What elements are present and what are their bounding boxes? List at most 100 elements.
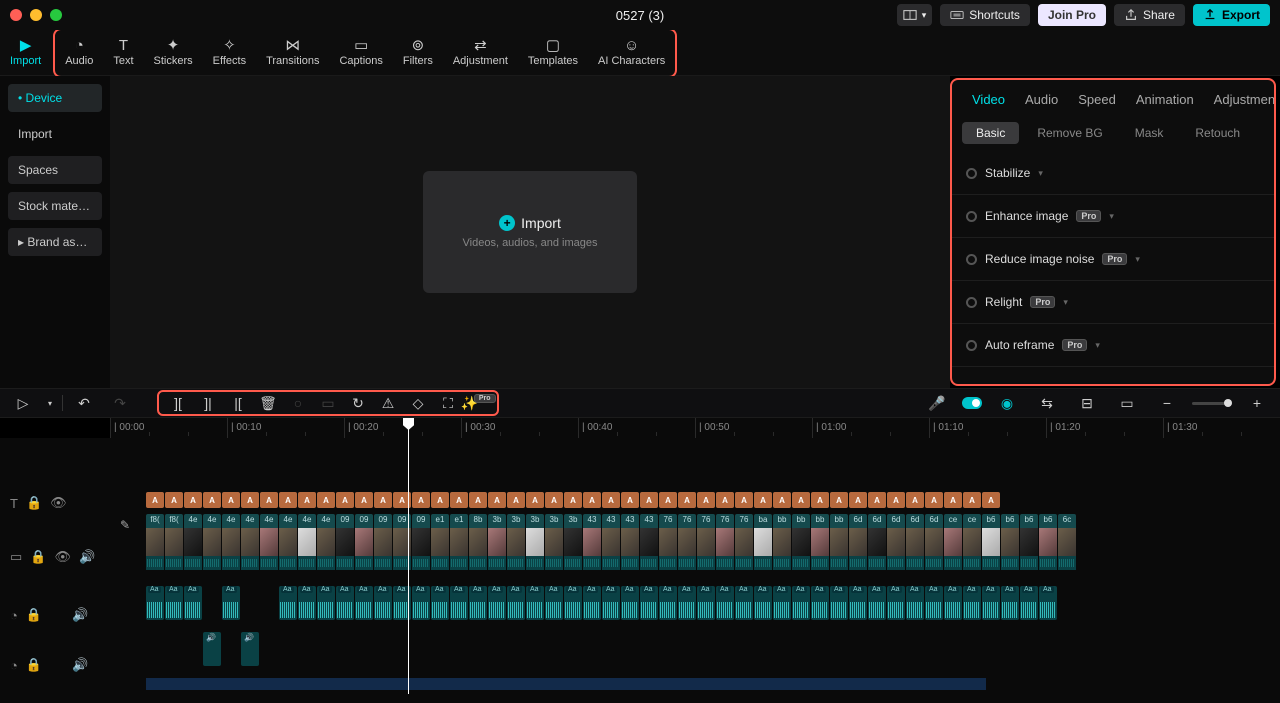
video-clip[interactable] xyxy=(450,528,468,570)
text-clip[interactable]: A xyxy=(678,492,696,508)
audio-track-1[interactable] xyxy=(146,586,1280,620)
zoom-in[interactable]: + xyxy=(1242,391,1272,415)
video-clip[interactable] xyxy=(830,528,848,570)
select-caret[interactable]: ▾ xyxy=(44,391,56,415)
audio-clip[interactable] xyxy=(184,586,202,620)
text-clip[interactable]: A xyxy=(222,492,240,508)
eye-icon[interactable]: 👁 xyxy=(54,549,71,565)
inspector-row[interactable]: Stabilize ▾ xyxy=(952,152,1274,195)
audio-clip[interactable] xyxy=(1020,586,1038,620)
video-clip[interactable] xyxy=(792,528,810,570)
zoom-out[interactable]: − xyxy=(1152,391,1182,415)
audio-clip[interactable] xyxy=(678,586,696,620)
video-clip[interactable] xyxy=(222,528,240,570)
audio-clip[interactable] xyxy=(982,586,1000,620)
video-clip[interactable] xyxy=(906,528,924,570)
enhance-tool[interactable]: ✨Pro xyxy=(463,391,493,415)
text-clip[interactable]: A xyxy=(336,492,354,508)
audio-clip[interactable] xyxy=(203,632,221,666)
audio-clip[interactable] xyxy=(659,586,677,620)
rp-tab-speed[interactable]: Speed xyxy=(1068,88,1126,111)
text-clip[interactable]: A xyxy=(735,492,753,508)
audio-clip[interactable] xyxy=(716,586,734,620)
tab-filters[interactable]: ⊚Filters xyxy=(393,30,443,76)
text-clip[interactable]: A xyxy=(146,492,164,508)
text-clip[interactable]: A xyxy=(583,492,601,508)
shortcuts-button[interactable]: Shortcuts xyxy=(940,4,1030,26)
video-clip[interactable] xyxy=(754,528,772,570)
pencil-icon[interactable]: ✎ xyxy=(120,518,130,532)
text-clip[interactable]: A xyxy=(241,492,259,508)
audio-clip[interactable] xyxy=(811,586,829,620)
sidebar-item-brand[interactable]: ▸ Brand assets xyxy=(8,228,102,256)
mute-icon[interactable]: 🔊 xyxy=(72,607,88,623)
window-maximize[interactable] xyxy=(50,9,62,21)
video-clip[interactable] xyxy=(735,528,753,570)
text-clip[interactable]: A xyxy=(887,492,905,508)
mic-button[interactable]: 🎤 xyxy=(922,391,952,415)
video-clip[interactable] xyxy=(298,528,316,570)
video-clip[interactable] xyxy=(146,528,164,570)
zoom-slider[interactable] xyxy=(1192,402,1232,405)
tab-templates[interactable]: ▢Templates xyxy=(518,30,588,76)
tab-import[interactable]: ▶ Import xyxy=(0,30,51,76)
subtab-retouch[interactable]: Retouch xyxy=(1181,122,1254,144)
video-clip[interactable] xyxy=(260,528,278,570)
inspector-row[interactable]: Reduce image noise Pro ▾ xyxy=(952,238,1274,281)
lock-icon[interactable]: 🔒 xyxy=(26,607,42,623)
audio-clip[interactable] xyxy=(944,586,962,620)
audio-clip[interactable] xyxy=(640,586,658,620)
video-clip[interactable] xyxy=(393,528,411,570)
text-clip[interactable]: A xyxy=(545,492,563,508)
text-clip[interactable]: A xyxy=(355,492,373,508)
audio-clip[interactable] xyxy=(317,586,335,620)
audio-clip[interactable] xyxy=(773,586,791,620)
audio-clip[interactable] xyxy=(488,586,506,620)
audio-clip[interactable] xyxy=(298,586,316,620)
text-clip[interactable]: A xyxy=(849,492,867,508)
text-clip[interactable]: A xyxy=(184,492,202,508)
video-clip[interactable] xyxy=(431,528,449,570)
text-clip[interactable]: A xyxy=(298,492,316,508)
video-clip[interactable] xyxy=(1001,528,1019,570)
video-clip[interactable] xyxy=(374,528,392,570)
audio-clip[interactable] xyxy=(868,586,886,620)
video-clip[interactable] xyxy=(165,528,183,570)
audio-clip[interactable] xyxy=(697,586,715,620)
mute-icon[interactable]: 🔊 xyxy=(79,549,95,565)
rotate-tool[interactable]: ◇ xyxy=(403,391,433,415)
video-clip[interactable] xyxy=(564,528,582,570)
snap-button[interactable]: ◉ xyxy=(992,391,1022,415)
video-clip[interactable] xyxy=(1039,528,1057,570)
inspector-row[interactable]: Enhance image Pro ▾ xyxy=(952,195,1274,238)
text-clip[interactable]: A xyxy=(621,492,639,508)
video-clip[interactable] xyxy=(887,528,905,570)
text-clip[interactable]: A xyxy=(925,492,943,508)
video-clip[interactable] xyxy=(982,528,1000,570)
audio-clip[interactable] xyxy=(526,586,544,620)
text-clip[interactable]: A xyxy=(469,492,487,508)
text-clip[interactable]: A xyxy=(754,492,772,508)
audio-clip[interactable] xyxy=(545,586,563,620)
video-clip[interactable] xyxy=(507,528,525,570)
audio-clip[interactable] xyxy=(507,586,525,620)
video-clip[interactable] xyxy=(583,528,601,570)
align-button[interactable]: ⊟ xyxy=(1072,391,1102,415)
lock-icon[interactable]: 🔒 xyxy=(26,657,42,673)
sidebar-item-stock[interactable]: Stock mate… xyxy=(8,192,102,220)
video-clip[interactable] xyxy=(849,528,867,570)
toggle-magnet[interactable] xyxy=(962,397,982,409)
text-clip[interactable]: A xyxy=(944,492,962,508)
text-clip[interactable]: A xyxy=(526,492,544,508)
video-clip[interactable] xyxy=(1058,528,1076,570)
audio-clip[interactable] xyxy=(564,586,582,620)
tab-effects[interactable]: ✧Effects xyxy=(203,30,256,76)
video-clip[interactable] xyxy=(868,528,886,570)
audio-clip[interactable] xyxy=(336,586,354,620)
audio-clip[interactable] xyxy=(279,586,297,620)
timeline-ruler[interactable]: | 00:00| 00:10| 00:20| 00:30| 00:40| 00:… xyxy=(110,418,1280,438)
video-clip[interactable] xyxy=(678,528,696,570)
audio-clip[interactable] xyxy=(1039,586,1057,620)
audio-clip[interactable] xyxy=(431,586,449,620)
tab-audio[interactable]: ◔Audio xyxy=(55,30,103,76)
